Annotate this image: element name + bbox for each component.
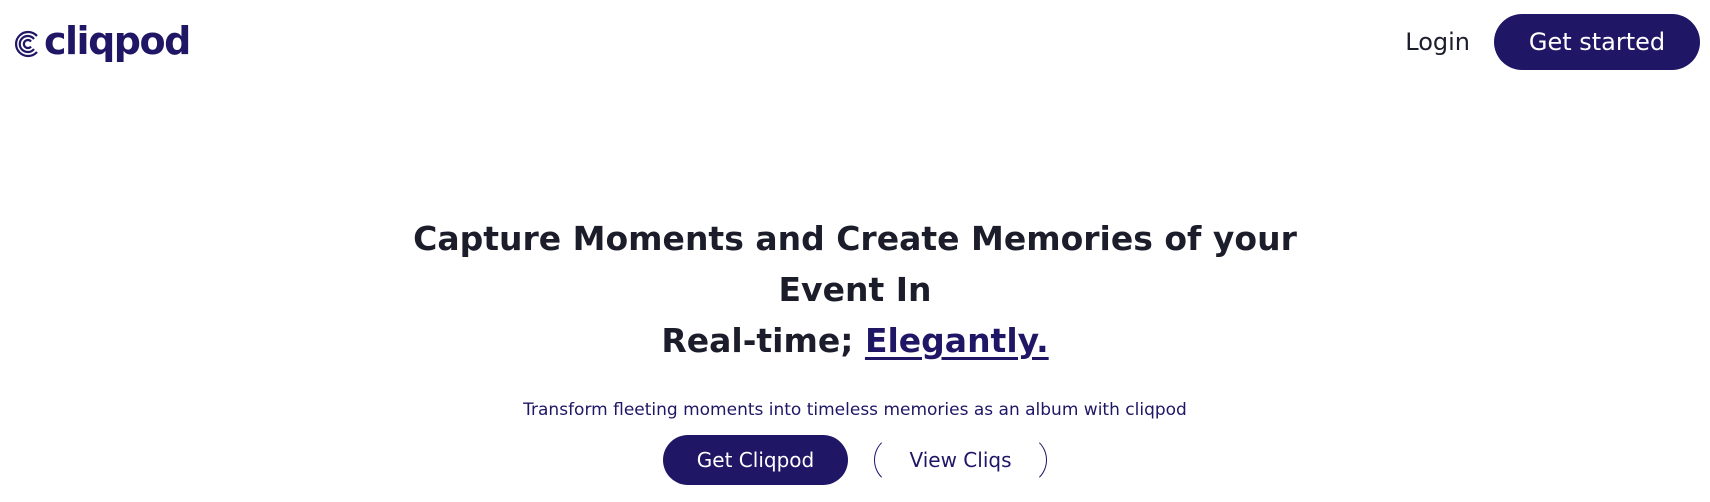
login-link[interactable]: Login <box>1405 28 1470 56</box>
hero-section: Capture Moments and Create Memories of y… <box>0 213 1710 485</box>
header-nav: Login Get started <box>1405 14 1700 70</box>
hero-subtitle: Transform fleeting moments into timeless… <box>523 400 1187 420</box>
landing-page: cliqpod Login Get started Capture Moment… <box>0 0 1710 502</box>
get-started-button[interactable]: Get started <box>1494 14 1700 70</box>
cta-row: Get Cliqpod View Cliqs <box>0 435 1710 485</box>
logo-mark-icon <box>15 30 38 58</box>
get-cliqpod-button[interactable]: Get Cliqpod <box>663 435 848 485</box>
headline-line-1: Capture Moments and Create Memories of y… <box>413 219 1297 309</box>
hero-headline: Capture Moments and Create Memories of y… <box>355 213 1355 366</box>
headline-accent: Elegantly. <box>864 321 1049 360</box>
logo-text: cliqpod <box>44 19 191 63</box>
logo[interactable]: cliqpod <box>12 19 191 63</box>
view-cliqs-button[interactable]: View Cliqs <box>874 435 1047 485</box>
headline-line-2: Real-time; <box>661 321 865 360</box>
